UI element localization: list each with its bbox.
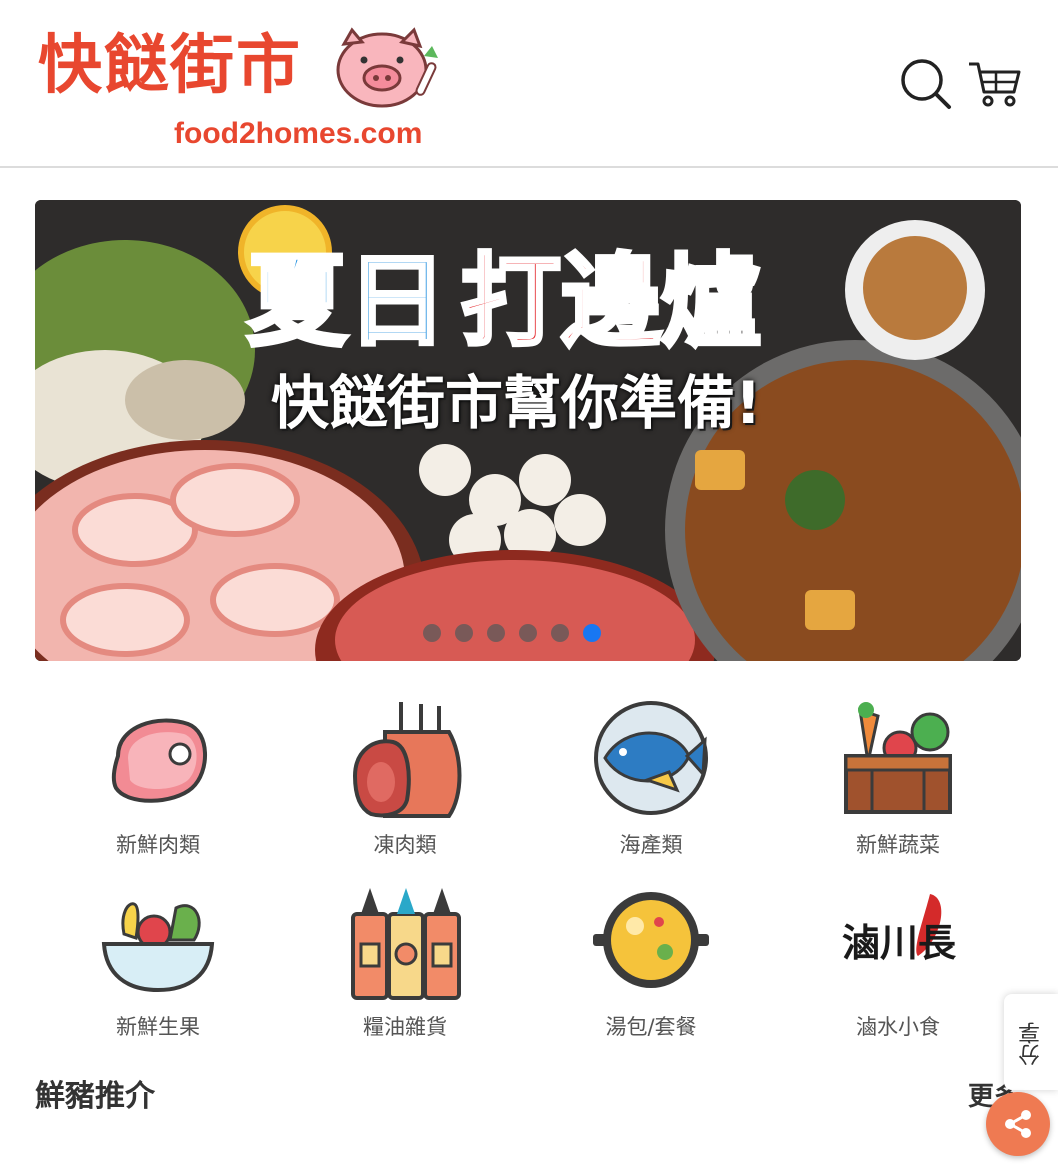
- fresh-meat-icon: [111, 718, 207, 803]
- category-fresh-meat[interactable]: 新鮮肉類: [78, 696, 238, 872]
- category-braised-snacks[interactable]: 滷川長 滷水小食: [818, 878, 978, 1054]
- fruit-bowl-icon: [101, 902, 215, 993]
- category-fresh-fruit[interactable]: 新鮮生果: [78, 878, 238, 1054]
- category-seafood[interactable]: 海產類: [571, 696, 731, 872]
- soup-pot-icon: [593, 892, 709, 988]
- frozen-meat-icon: [352, 702, 462, 818]
- carousel-dot-4[interactable]: [519, 624, 537, 642]
- category-label: 新鮮蔬菜: [856, 833, 940, 857]
- carousel-dot-6[interactable]: [583, 624, 601, 642]
- svg-text:滷川長: 滷川長: [842, 920, 957, 965]
- braised-snacks-logo: 滷川長: [842, 894, 957, 965]
- category-soup-packs[interactable]: 湯包/套餐: [571, 878, 731, 1054]
- condiments-icon: [351, 888, 461, 1000]
- category-label: 新鮮肉類: [116, 833, 200, 857]
- category-label: 湯包/套餐: [605, 1015, 697, 1039]
- category-vegetables[interactable]: 新鮮蔬菜: [818, 696, 978, 872]
- category-condiments[interactable]: 糧油雜貨: [325, 878, 485, 1054]
- section-title: 鮮豬推介: [35, 1079, 155, 1114]
- share-tab-label: 分享: [1019, 1022, 1044, 1066]
- share-button[interactable]: [986, 1092, 1050, 1156]
- seafood-icon: [594, 701, 708, 815]
- banner-subline: 快餸街市幫你準備!: [271, 369, 762, 437]
- carousel-dot-1[interactable]: [423, 624, 441, 642]
- logo-title: 快餸街市: [38, 28, 302, 103]
- category-label: 海產類: [619, 833, 683, 857]
- category-frozen-meat[interactable]: 凍肉類: [325, 696, 485, 872]
- site-header: 快餸街市 food2homes.com: [0, 0, 1058, 168]
- carousel-dots: [423, 624, 601, 642]
- share-side-tab[interactable]: 分享: [1004, 994, 1058, 1090]
- category-label: 滷水小食: [856, 1015, 940, 1039]
- carousel-dot-2[interactable]: [455, 624, 473, 642]
- cart-icon: [969, 62, 1021, 107]
- logo-subtitle: food2homes.com: [174, 117, 423, 150]
- cart-button[interactable]: [966, 56, 1022, 112]
- category-label: 新鮮生果: [116, 1015, 200, 1039]
- search-button[interactable]: [898, 56, 954, 112]
- category-label: 凍肉類: [373, 833, 437, 857]
- banner-headline: 夏日 打邊爐: [245, 241, 763, 362]
- carousel-dot-5[interactable]: [551, 624, 569, 642]
- carousel-dot-3[interactable]: [487, 624, 505, 642]
- category-label: 糧油雜貨: [363, 1015, 447, 1039]
- vegetables-icon: [844, 702, 952, 814]
- promo-banner-carousel[interactable]: 夏日 打邊爐 快餸街市幫你準備!: [35, 200, 1021, 661]
- pig-mascot-icon: [336, 27, 438, 108]
- search-icon: [901, 59, 951, 109]
- banner-headline-part2: 打邊爐: [459, 241, 763, 362]
- site-logo[interactable]: 快餸街市 food2homes.com: [36, 24, 446, 154]
- share-icon: [1005, 1110, 1031, 1138]
- banner-headline-part1: 夏日: [245, 241, 449, 362]
